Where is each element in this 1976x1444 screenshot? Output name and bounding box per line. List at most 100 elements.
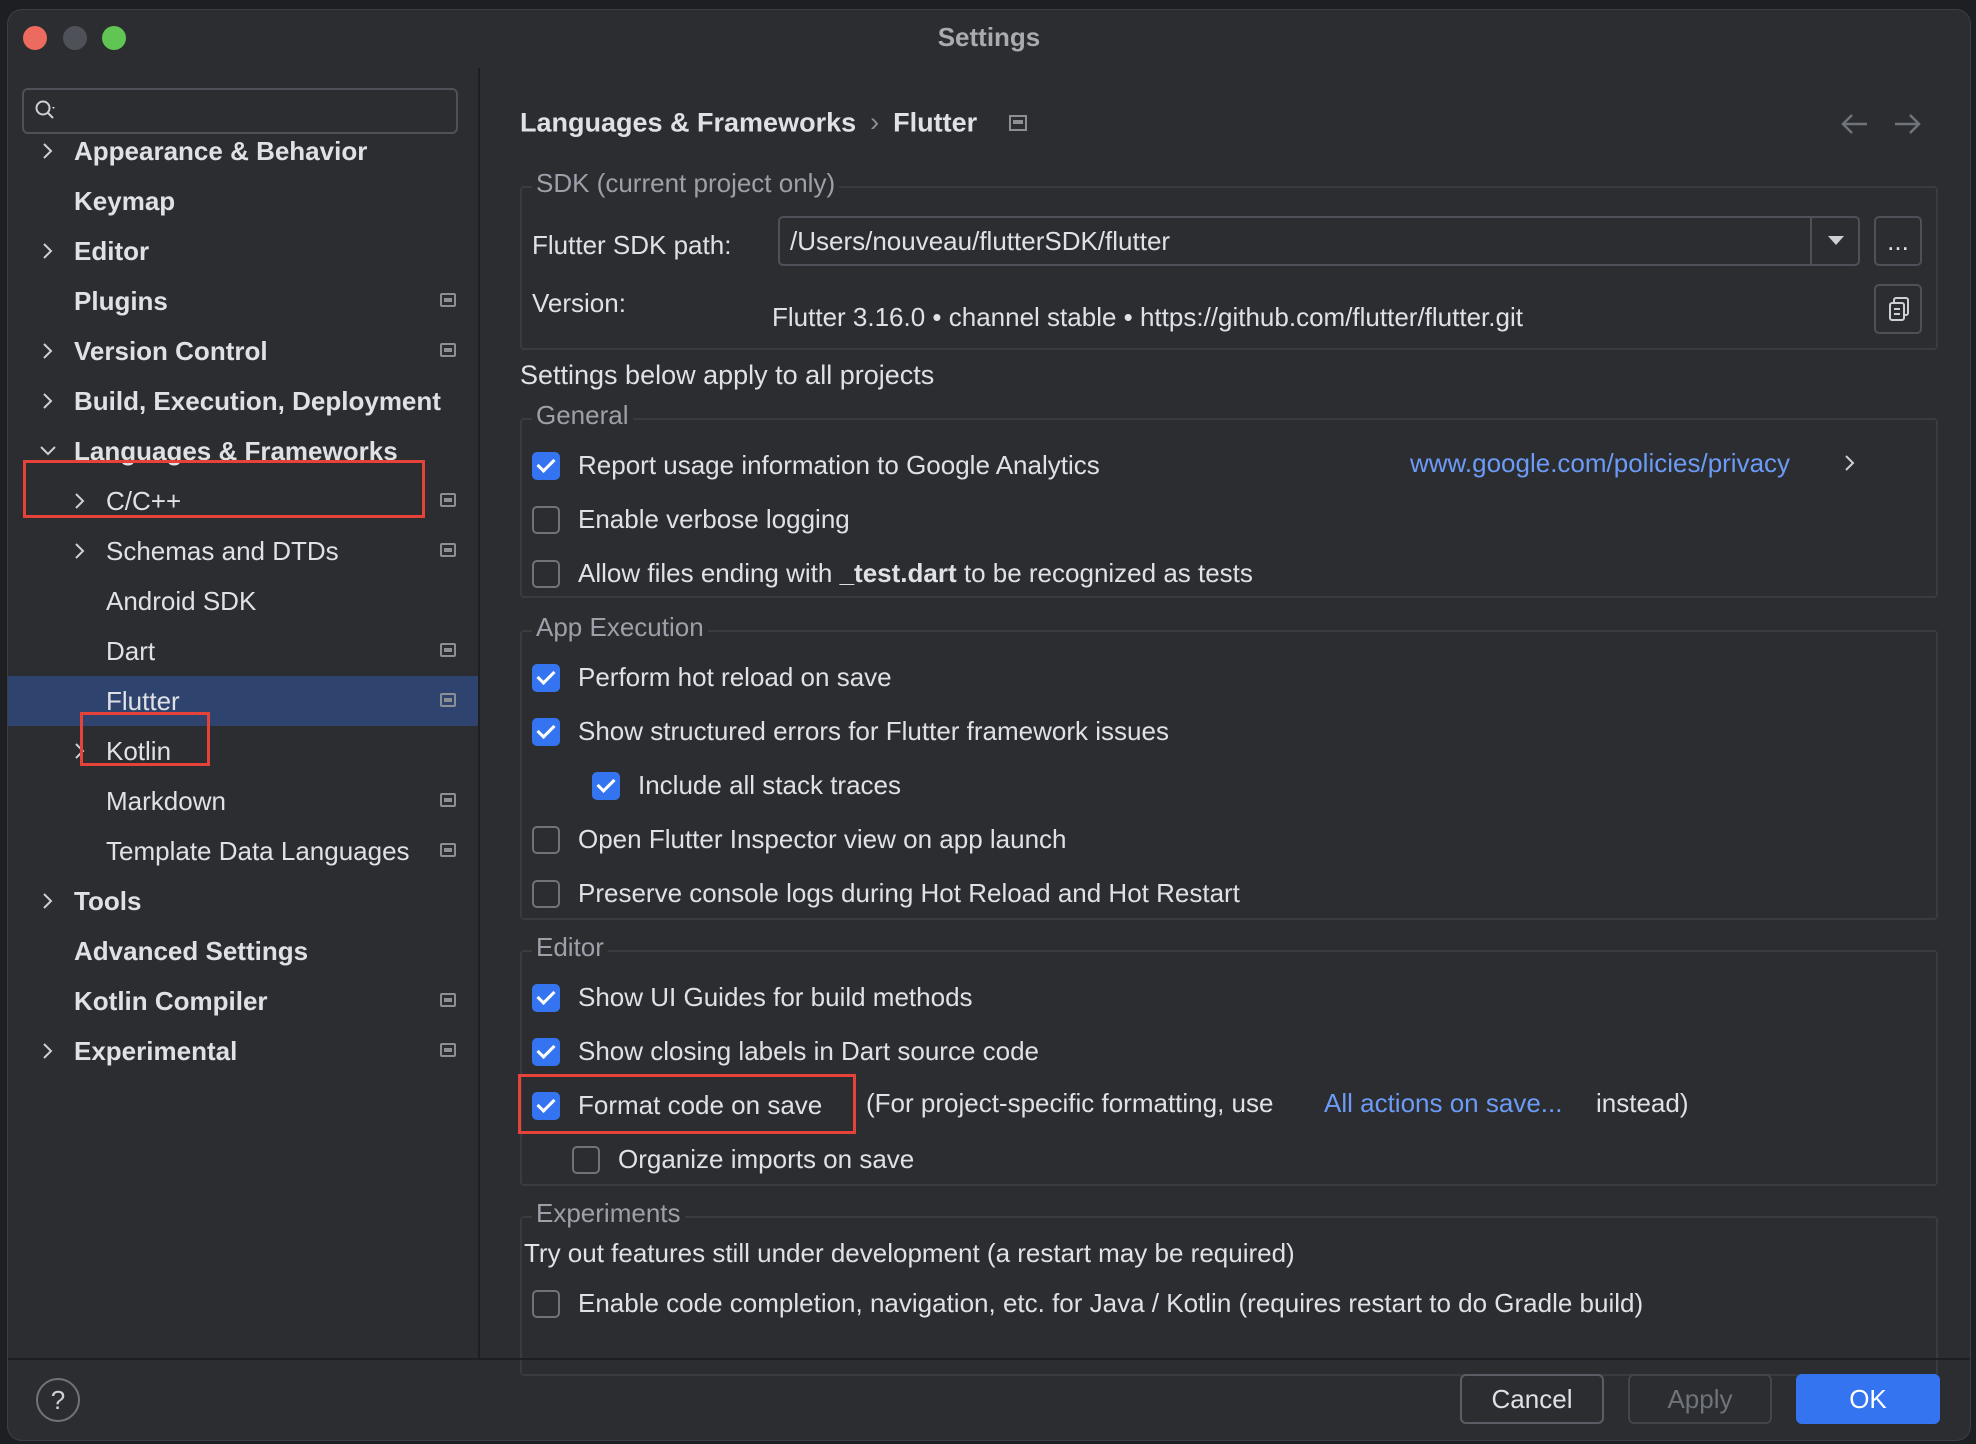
organize-imports-checkbox[interactable]: [572, 1146, 600, 1174]
chevron-right-icon: [75, 543, 85, 559]
sidebar-item-appearance-behavior[interactable]: Appearance & Behavior: [8, 126, 478, 176]
sidebar-item-experimental[interactable]: Experimental: [8, 1026, 478, 1076]
version-label: Version:: [532, 288, 626, 318]
hot-reload-label: Perform hot reload on save: [578, 662, 892, 692]
chevron-right-icon: [43, 1043, 53, 1059]
dialog-footer: ? Cancel Apply OK: [8, 1358, 1970, 1440]
sidebar-item-label: Version Control: [74, 336, 268, 366]
sdk-path-combobox[interactable]: /Users/nouveau/flutterSDK/flutter: [778, 216, 1860, 266]
sidebar-item-label: C/C++: [106, 486, 182, 516]
sidebar-item-android-sdk[interactable]: Android SDK: [8, 576, 478, 626]
sidebar-item-editor[interactable]: Editor: [8, 226, 478, 276]
chevron-right-icon[interactable]: [1842, 453, 1858, 473]
report-usage-checkbox[interactable]: [532, 452, 560, 480]
sdk-path-value: /Users/nouveau/flutterSDK/flutter: [790, 226, 1171, 256]
back-arrow-icon[interactable]: [1840, 110, 1870, 138]
apply-button[interactable]: Apply: [1628, 1374, 1772, 1424]
copy-version-button[interactable]: [1874, 284, 1922, 334]
sidebar-item-cpp[interactable]: C/C++: [8, 476, 478, 526]
ui-guides-checkbox[interactable]: [532, 984, 560, 1012]
sidebar-item-schemas-dtds[interactable]: Schemas and DTDs: [8, 526, 478, 576]
forward-arrow-icon[interactable]: [1892, 110, 1922, 138]
combobox-divider: [1810, 218, 1812, 264]
help-button[interactable]: ?: [36, 1378, 80, 1422]
project-settings-icon: [440, 643, 456, 657]
sidebar-item-label: Experimental: [74, 1036, 238, 1066]
ok-button[interactable]: OK: [1796, 1374, 1940, 1424]
sidebar-item-label: Plugins: [74, 286, 168, 316]
window-title: Settings: [937, 22, 1041, 52]
stack-traces-label: Include all stack traces: [638, 770, 902, 800]
structured-errors-label: Show structured errors for Flutter frame…: [578, 716, 1169, 746]
report-usage-label: Report usage information to Google Analy…: [578, 450, 1100, 480]
breadcrumb-parent[interactable]: Languages & Frameworks: [520, 107, 856, 137]
sidebar-item-advanced-settings[interactable]: Advanced Settings: [8, 926, 478, 976]
chevron-right-icon: [75, 493, 85, 509]
cancel-button[interactable]: Cancel: [1460, 1374, 1604, 1424]
allow-test-files-checkbox[interactable]: [532, 560, 560, 588]
organize-imports-label: Organize imports on save: [618, 1144, 915, 1174]
sidebar-item-tools[interactable]: Tools: [8, 876, 478, 926]
app-execution-group-title: App Execution: [532, 612, 708, 643]
browse-label: ...: [1887, 226, 1909, 256]
sidebar-item-keymap[interactable]: Keymap: [8, 176, 478, 226]
hot-reload-checkbox[interactable]: [532, 664, 560, 692]
allow-test-files-suffix: to be recognized as tests: [956, 558, 1253, 588]
sidebar-item-flutter[interactable]: Flutter: [8, 676, 478, 726]
footer-divider: [8, 1358, 1970, 1360]
sidebar-item-version-control[interactable]: Version Control: [8, 326, 478, 376]
project-settings-icon: [440, 843, 456, 857]
chevron-right-icon: [75, 743, 85, 759]
sidebar-item-template-data-languages[interactable]: Template Data Languages: [8, 826, 478, 876]
sidebar-item-label: Dart: [106, 636, 156, 666]
version-value: Flutter 3.16.0 • channel stable • https:…: [772, 302, 1523, 332]
browse-button[interactable]: ...: [1874, 216, 1922, 266]
sidebar-item-dart[interactable]: Dart: [8, 626, 478, 676]
verbose-logging-checkbox[interactable]: [532, 506, 560, 534]
sidebar-item-kotlin[interactable]: Kotlin: [8, 726, 478, 776]
sidebar-item-plugins[interactable]: Plugins: [8, 276, 478, 326]
breadcrumb-current: Flutter: [893, 107, 978, 138]
sidebar-item-label: Keymap: [74, 186, 176, 216]
sidebar-item-build-execution-deployment[interactable]: Build, Execution, Deployment: [8, 376, 478, 426]
copy-icon: [1889, 297, 1909, 321]
closing-labels-checkbox[interactable]: [532, 1038, 560, 1066]
chevron-down-icon[interactable]: [1826, 232, 1846, 248]
preserve-logs-checkbox[interactable]: [532, 880, 560, 908]
sidebar-item-kotlin-compiler[interactable]: Kotlin Compiler: [8, 976, 478, 1026]
format-on-save-checkbox[interactable]: [532, 1092, 560, 1120]
allow-test-files-label: Allow files ending with _test.dart to be…: [578, 556, 1253, 590]
all-actions-on-save-link[interactable]: All actions on save...: [1324, 1086, 1562, 1120]
sidebar-item-label: Build, Execution, Deployment: [74, 386, 441, 416]
sdk-group-title: SDK (current project only): [532, 168, 840, 199]
sidebar-item-markdown[interactable]: Markdown: [8, 776, 478, 826]
experiments-group-title: Experiments: [532, 1198, 685, 1229]
closing-labels-label: Show closing labels in Dart source code: [578, 1036, 1040, 1066]
chevron-right-icon: [43, 243, 53, 259]
experiments-description: Try out features still under development…: [524, 1238, 1295, 1268]
editor-group-title: Editor: [532, 932, 608, 963]
structured-errors-checkbox[interactable]: [532, 718, 560, 746]
project-settings-icon: [440, 293, 456, 307]
chevron-right-icon: [43, 143, 53, 159]
sdk-path-label: Flutter SDK path:: [532, 230, 732, 260]
sidebar-item-languages-frameworks[interactable]: Languages & Frameworks: [8, 426, 478, 476]
general-group-title: General: [532, 400, 633, 431]
chevron-down-icon: [40, 446, 56, 456]
chevron-right-icon: [43, 343, 53, 359]
open-inspector-checkbox[interactable]: [532, 826, 560, 854]
stack-traces-checkbox[interactable]: [592, 772, 620, 800]
preserve-logs-label: Preserve console logs during Hot Reload …: [578, 878, 1240, 908]
format-on-save-label: Format code on save: [578, 1090, 823, 1120]
privacy-link[interactable]: www.google.com/policies/privacy: [1410, 446, 1790, 480]
sidebar-item-label: Tools: [74, 886, 142, 916]
settings-window: Settings Appearance & Behavior Keymap Ed…: [8, 10, 1970, 1440]
chevron-right-icon: [43, 893, 53, 909]
breadcrumb: Languages & Frameworks › Flutter: [520, 106, 1027, 138]
project-settings-icon: [440, 693, 456, 707]
search-icon: [35, 100, 55, 119]
java-kotlin-checkbox[interactable]: [532, 1290, 560, 1318]
sidebar-item-label: Kotlin: [106, 736, 172, 766]
format-note-prefix: (For project-specific formatting, use: [866, 1088, 1274, 1118]
project-settings-icon: [440, 993, 456, 1007]
